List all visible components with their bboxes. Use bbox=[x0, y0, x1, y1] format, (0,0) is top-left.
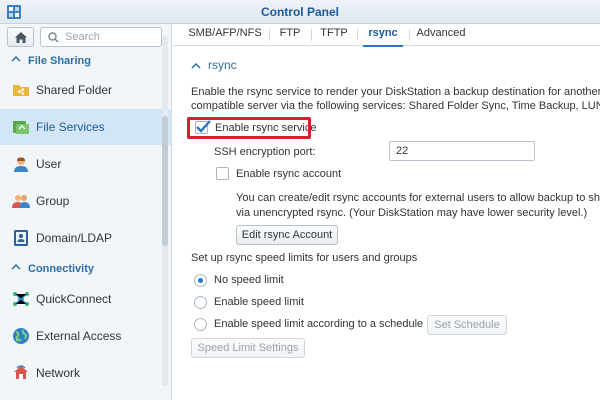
search-box[interactable] bbox=[40, 27, 162, 47]
sidebar-item-label: Group bbox=[36, 194, 70, 208]
tab-rsync[interactable]: rsync bbox=[363, 27, 403, 47]
tab-tftp[interactable]: TFTP bbox=[317, 27, 351, 45]
sidebar-item-label: Domain/LDAP bbox=[36, 231, 113, 245]
account-note-line2: via unencrypted rsync. (Your DiskStation… bbox=[236, 207, 588, 219]
chevron-up-icon bbox=[11, 263, 21, 270]
sidebar-item-file-services[interactable]: File Services bbox=[0, 109, 171, 145]
search-input[interactable] bbox=[65, 30, 157, 44]
no-speed-limit-label[interactable]: No speed limit bbox=[214, 274, 284, 286]
section-label: Connectivity bbox=[28, 263, 95, 275]
chevron-up-icon bbox=[11, 55, 21, 62]
tab-separator bbox=[409, 29, 410, 41]
user-icon bbox=[14, 157, 28, 172]
tab-separator bbox=[269, 29, 270, 41]
highlight-annotation-box bbox=[187, 117, 311, 139]
section-title: rsync bbox=[208, 58, 237, 72]
home-icon bbox=[15, 32, 27, 43]
enable-speed-limit-label[interactable]: Enable speed limit bbox=[214, 296, 304, 308]
folder-share-icon bbox=[13, 85, 29, 96]
group-icon bbox=[12, 195, 30, 208]
sidebar-item-domain-ldap[interactable]: Domain/LDAP bbox=[0, 220, 171, 256]
title-bar: Control Panel bbox=[0, 0, 600, 24]
sidebar-item-shared-folder[interactable]: Shared Folder bbox=[0, 72, 171, 108]
network-icon bbox=[14, 365, 28, 379]
section-connectivity[interactable]: Connectivity bbox=[0, 260, 171, 278]
sidebar-item-external-access[interactable]: External Access bbox=[0, 318, 171, 354]
sidebar-scrollbar[interactable] bbox=[162, 36, 168, 386]
schedule-speed-limit-label[interactable]: Enable speed limit according to a schedu… bbox=[214, 318, 423, 330]
sidebar-item-quickconnect[interactable]: QuickConnect bbox=[0, 281, 171, 317]
sidebar-item-label: Shared Folder bbox=[36, 83, 113, 97]
speed-limit-heading: Set up rsync speed limits for users and … bbox=[191, 252, 418, 264]
chevron-up-icon bbox=[191, 62, 201, 69]
window-title: Control Panel bbox=[260, 5, 339, 19]
tab-separator bbox=[357, 29, 358, 41]
enable-rsync-account-label[interactable]: Enable rsync account bbox=[236, 168, 341, 180]
quickconnect-icon bbox=[13, 292, 29, 306]
home-button[interactable] bbox=[7, 27, 34, 47]
sidebar-item-user[interactable]: User bbox=[0, 146, 171, 182]
sidebar-item-label: External Access bbox=[36, 329, 122, 343]
sidebar-item-label: User bbox=[36, 157, 62, 171]
main-panel: SMB/AFP/NFS FTP TFTP rsync Advanced rsyn… bbox=[173, 24, 600, 400]
globe-icon bbox=[13, 328, 29, 344]
section-label: File Sharing bbox=[28, 55, 91, 67]
sidebar-item-network[interactable]: Network bbox=[0, 355, 171, 391]
tab-advanced[interactable]: Advanced bbox=[415, 27, 467, 45]
search-icon bbox=[48, 32, 59, 43]
tab-bar: SMB/AFP/NFS FTP TFTP rsync Advanced bbox=[173, 24, 600, 47]
rsync-description-line1: Enable the rsync service to render your … bbox=[191, 86, 600, 98]
sidebar-item-group[interactable]: Group bbox=[0, 183, 171, 219]
rsync-description-line2: compatible server via the following serv… bbox=[191, 100, 600, 112]
no-speed-limit-radio[interactable] bbox=[194, 274, 207, 287]
sidebar-scrollbar-thumb[interactable] bbox=[162, 116, 168, 246]
schedule-speed-limit-radio[interactable] bbox=[194, 318, 207, 331]
enable-rsync-account-checkbox[interactable] bbox=[216, 167, 229, 180]
tab-separator bbox=[311, 29, 312, 41]
sidebar-item-label: Network bbox=[36, 366, 81, 380]
domain-ldap-icon bbox=[14, 230, 28, 246]
account-note-line1: You can create/edit rsync accounts for e… bbox=[236, 192, 600, 204]
edit-rsync-account-button[interactable]: Edit rsync Account bbox=[236, 225, 338, 245]
section-file-sharing[interactable]: File Sharing bbox=[0, 52, 171, 70]
enable-speed-limit-radio[interactable] bbox=[194, 296, 207, 309]
file-services-icon bbox=[13, 121, 29, 134]
set-schedule-button[interactable]: Set Schedule bbox=[427, 315, 507, 335]
ssh-port-label: SSH encryption port: bbox=[214, 146, 316, 158]
sidebar-item-label: File Services bbox=[36, 120, 105, 134]
ssh-port-input[interactable] bbox=[389, 141, 535, 161]
sidebar-item-label: QuickConnect bbox=[36, 292, 112, 306]
tab-ftp[interactable]: FTP bbox=[275, 27, 305, 45]
sidebar: File Sharing Shared Folder File Services… bbox=[0, 24, 172, 400]
tab-smb-afp-nfs[interactable]: SMB/AFP/NFS bbox=[185, 27, 265, 45]
speed-limit-settings-button[interactable]: Speed Limit Settings bbox=[191, 338, 305, 358]
